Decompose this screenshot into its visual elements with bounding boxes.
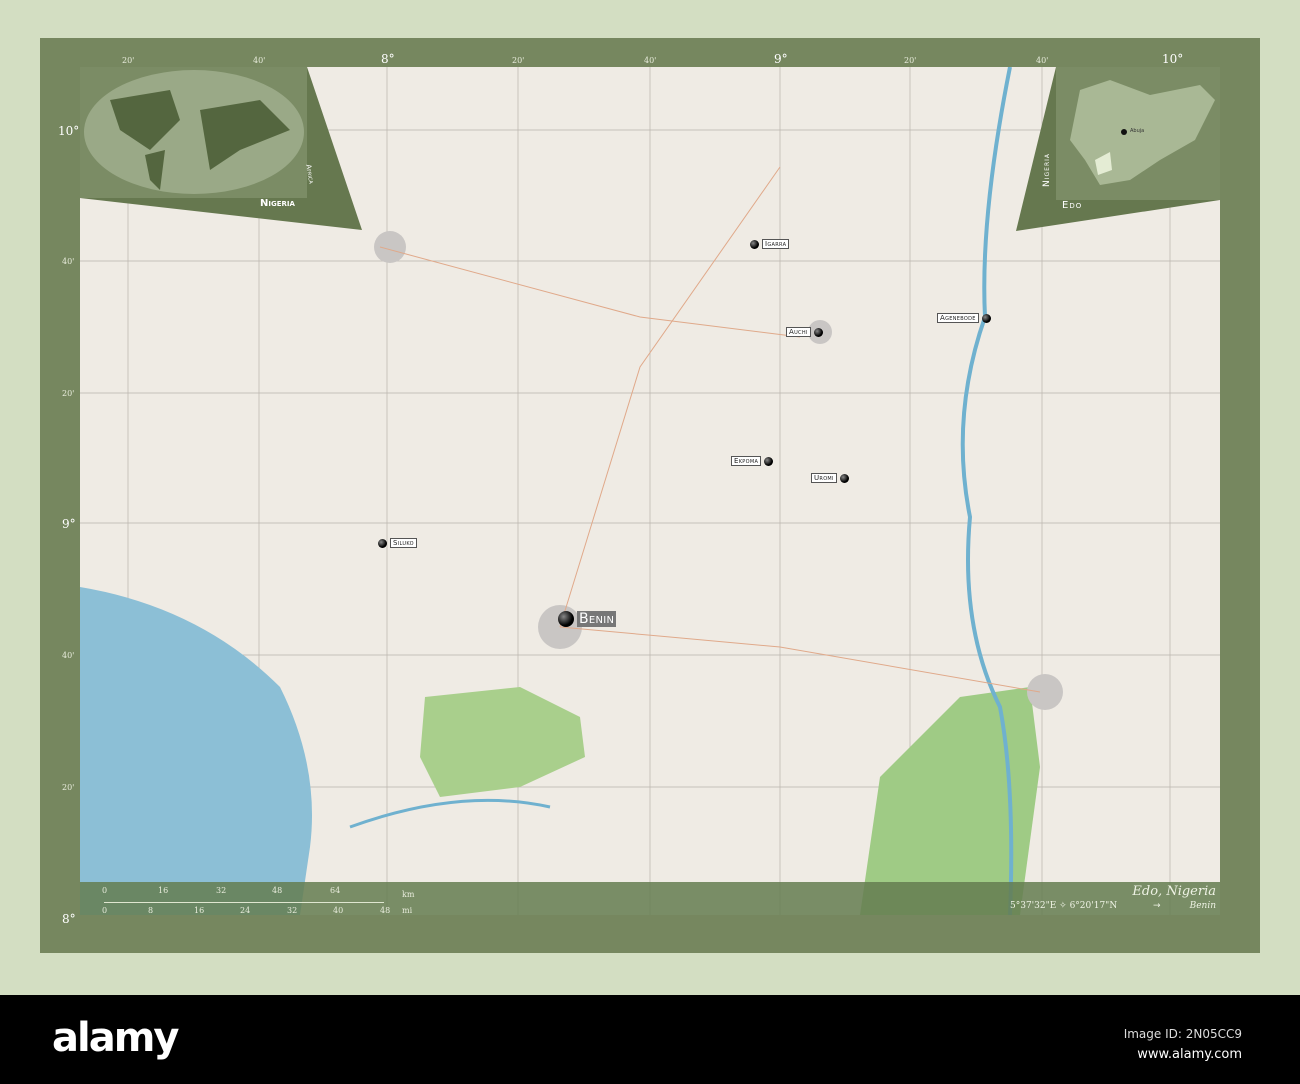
- tick-label: 40': [62, 651, 75, 660]
- tick-label: 9°: [774, 52, 788, 66]
- scale-mi-label: 0: [102, 906, 108, 915]
- alamy-logo: alamy: [52, 1015, 179, 1061]
- tick-label: 20': [512, 56, 525, 65]
- inset-capital-label: Abuja: [1130, 128, 1145, 134]
- direction-target: Benin: [1189, 901, 1216, 911]
- scale-mi-label: 40: [333, 906, 344, 915]
- tick-label: 40': [1036, 56, 1049, 65]
- inset-region-label: Edo: [1062, 200, 1083, 211]
- tick-label: 8°: [62, 912, 76, 926]
- inset-world-label: Nigeria: [260, 198, 295, 209]
- tick-label: 20': [62, 389, 75, 398]
- inset-overlays: [80, 67, 1220, 231]
- scale-mi-label: 24: [240, 906, 251, 915]
- watermark-url: www.alamy.com: [1137, 1047, 1242, 1062]
- scale-mi-label: 8: [148, 906, 154, 915]
- scale-km-label: 32: [216, 886, 227, 895]
- tick-label: 10°: [58, 124, 80, 138]
- scale-mi-label: 32: [287, 906, 298, 915]
- tick-label: 40': [644, 56, 657, 65]
- scale-mi-label: 48: [380, 906, 391, 915]
- coordinate-readout: 5°37'32"E ✧ 6°20'17"N: [1010, 901, 1118, 911]
- tick-label: 20': [122, 56, 135, 65]
- watermark-bar: alamy Image ID: 2N05CC9 www.alamy.com: [0, 995, 1300, 1084]
- region-title: Edo, Nigeria: [1132, 884, 1216, 899]
- tick-label: 9°: [62, 517, 76, 531]
- tick-label: 40': [253, 56, 266, 65]
- tick-label: 20': [904, 56, 917, 65]
- scale-mi-label: 16: [194, 906, 205, 915]
- scale-mi-unit: mi: [402, 906, 413, 915]
- inset-country-label: Nigeria: [1042, 153, 1052, 187]
- scale-km-label: 64: [330, 886, 341, 895]
- image-id: Image ID: 2N05CC9: [1123, 1027, 1242, 1041]
- scale-km-unit: km: [402, 890, 415, 899]
- legend-bar: 0 16 32 48 64 km 0 8 16 24 32 40 48 mi E…: [80, 882, 1220, 915]
- capital-dot-icon: [1121, 129, 1127, 135]
- tick-label: 10°: [1162, 52, 1184, 66]
- tick-label: 20': [62, 783, 75, 792]
- scale-km-label: 16: [158, 886, 169, 895]
- scale-bar: [104, 902, 384, 903]
- scale-km-label: 0: [102, 886, 108, 895]
- arrow-right-icon: →: [1153, 901, 1161, 911]
- scale-km-label: 48: [272, 886, 283, 895]
- tick-label: 40': [62, 257, 75, 266]
- tick-label: 8°: [381, 52, 395, 66]
